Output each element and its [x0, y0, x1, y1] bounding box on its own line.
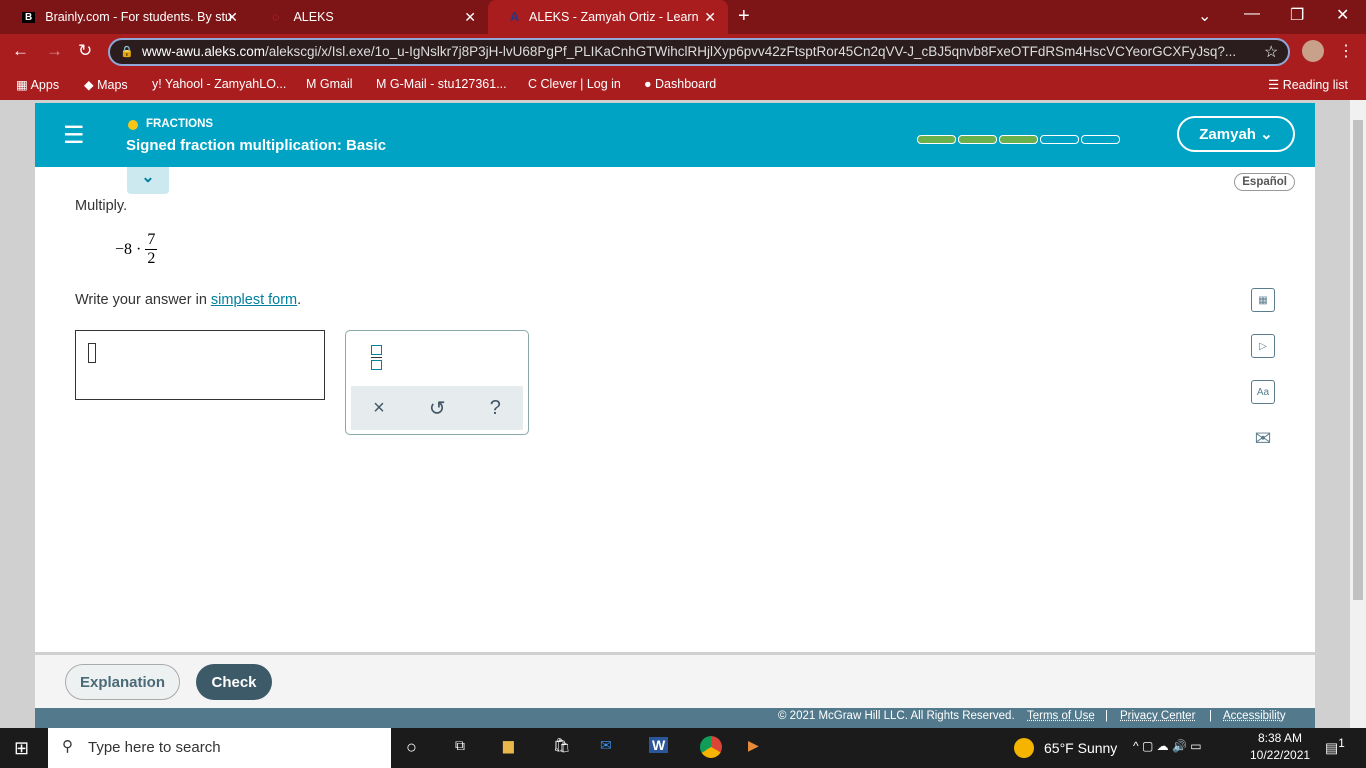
notification-icon[interactable]: ▤1: [1325, 737, 1345, 757]
problem-area: ⌄ Español Multiply. −8 · 72 Write your a…: [35, 167, 1315, 652]
hamburger-menu-icon[interactable]: ☰: [63, 121, 85, 150]
restore-button[interactable]: ❐: [1290, 5, 1304, 25]
cortana-icon[interactable]: ○: [406, 737, 417, 758]
forward-icon[interactable]: →: [46, 41, 63, 61]
url-path: /alekscgi/x/Isl.exe/1o_u-IgNslkr7j8P3jH-…: [265, 44, 1237, 59]
keypad-actions: × ↺ ?: [351, 386, 523, 430]
chrome-icon[interactable]: [700, 736, 722, 758]
scrollbar[interactable]: [1350, 100, 1366, 728]
profile-avatar[interactable]: [1302, 40, 1324, 62]
topic-label: FRACTIONS: [146, 118, 214, 130]
aleks-icon: A: [510, 10, 520, 24]
progress-bar: [917, 131, 1122, 149]
clear-button[interactable]: ×: [373, 397, 385, 420]
lock-icon: 🔒: [120, 46, 134, 58]
weather-icon: [1014, 738, 1034, 758]
explanation-button[interactable]: Explanation: [65, 664, 180, 700]
copyright-text: © 2021 McGraw Hill LLC. All Rights Reser…: [778, 710, 1015, 722]
clock-time[interactable]: 8:38 AM: [1258, 731, 1302, 745]
instruction-text: Multiply.: [75, 198, 128, 214]
terms-link[interactable]: Terms of Use: [1027, 710, 1095, 722]
browser-toolbar: ← → ↻ 🔒 www-awu.aleks.com/alekscgi/x/Isl.…: [0, 34, 1366, 70]
video-icon[interactable]: ▷: [1251, 334, 1275, 358]
answer-input[interactable]: [75, 330, 325, 400]
task-view-icon[interactable]: ⧉: [455, 737, 465, 754]
new-tab-button[interactable]: +: [738, 5, 750, 28]
address-bar[interactable]: 🔒 www-awu.aleks.com/alekscgi/x/Isl.exe/1o…: [108, 38, 1290, 66]
tab-brainly[interactable]: B Brainly.com - For students. By stu ✕: [0, 0, 250, 34]
bookmark-clever[interactable]: C Clever | Log in: [528, 77, 621, 91]
page-title: Signed fraction multiplication: Basic: [126, 137, 387, 154]
write-instruction: Write your answer in simplest form.: [75, 292, 302, 308]
aleks-header: ☰ FRACTIONS Signed fraction multiplicati…: [35, 103, 1315, 167]
check-button[interactable]: Check: [196, 664, 272, 700]
mail-app-icon[interactable]: ✉: [600, 737, 612, 754]
reading-list[interactable]: ☰ Reading list: [1268, 77, 1348, 92]
math-expression: −8 · 72: [115, 231, 158, 267]
user-menu-button[interactable]: Zamyah ⌄: [1177, 116, 1295, 152]
scrollbar-thumb[interactable]: [1353, 120, 1363, 600]
bookmark-star-icon[interactable]: ☆: [1264, 42, 1278, 62]
url-host: www-awu.aleks.com: [142, 44, 266, 59]
bookmarks-bar: ▦ Apps ◆ Maps y! Yahool - ZamyahLO... M …: [0, 70, 1366, 100]
tab-title: Brainly.com - For students. By stu: [45, 10, 232, 24]
store-icon[interactable]: 🛍: [553, 737, 571, 754]
word-icon[interactable]: W: [649, 737, 669, 753]
calculator-icon[interactable]: ▦: [1251, 288, 1275, 312]
back-icon[interactable]: ←: [12, 41, 29, 61]
windows-start-icon[interactable]: ⊞: [14, 738, 29, 759]
tab-title: ALEKS: [293, 10, 334, 24]
tab-title: ALEKS - Zamyah Ortiz - Learn: [529, 10, 699, 24]
bookmark-gmail-2[interactable]: M G-Mail - stu127361...: [376, 77, 507, 91]
loading-icon: ◌: [272, 10, 280, 24]
brainly-icon: B: [22, 11, 36, 23]
cursor-box: [88, 343, 96, 363]
clock-date[interactable]: 10/22/2021: [1250, 748, 1310, 762]
tab-aleks-learn[interactable]: A ALEKS - Zamyah Ortiz - Learn ✕: [488, 0, 728, 34]
bookmark-apps[interactable]: ▦ Apps: [16, 77, 59, 92]
collapse-chevron-button[interactable]: ⌄: [127, 167, 169, 194]
minimize-button[interactable]: —: [1244, 5, 1260, 23]
close-tab-icon[interactable]: ✕: [226, 9, 238, 26]
close-tab-icon[interactable]: ✕: [464, 9, 476, 26]
menu-icon[interactable]: ⋮: [1338, 41, 1354, 61]
file-explorer-icon[interactable]: ▆: [503, 737, 514, 754]
math-keypad: × ↺ ?: [345, 330, 529, 435]
bookmark-yahoo[interactable]: y! Yahool - ZamyahLO...: [152, 77, 286, 91]
taskbar-search[interactable]: ⚲ Type here to search: [48, 728, 391, 768]
reload-icon[interactable]: ↻: [78, 41, 92, 61]
taskbar: ⊞ ⚲ Type here to search ○ ⧉ ▆ 🛍 ✉ W ▶ 65°…: [0, 728, 1366, 768]
tab-aleks[interactable]: ◌ ALEKS ✕: [250, 0, 488, 34]
weather-text[interactable]: 65°F Sunny: [1044, 740, 1117, 756]
mail-icon[interactable]: ✉: [1251, 426, 1275, 450]
legal-footer: © 2021 McGraw Hill LLC. All Rights Reser…: [35, 708, 1315, 728]
media-app-icon[interactable]: ▶: [748, 737, 759, 754]
tray-icons[interactable]: ^ ▢ ☁ 🔊 ▭: [1133, 739, 1202, 753]
help-button[interactable]: ?: [490, 397, 501, 420]
undo-button[interactable]: ↺: [429, 396, 446, 421]
tab-strip: B Brainly.com - For students. By stu ✕ ◌ AL…: [0, 0, 1366, 34]
tab-search-icon[interactable]: ⌄: [1198, 6, 1211, 26]
close-tab-icon[interactable]: ✕: [704, 9, 716, 26]
accessibility-link[interactable]: Accessibility: [1223, 710, 1286, 722]
search-icon: ⚲: [62, 738, 73, 755]
simplest-form-link[interactable]: simplest form: [211, 292, 297, 308]
bookmark-maps[interactable]: ◆ Maps: [84, 77, 128, 92]
bookmark-gmail[interactable]: M Gmail: [306, 77, 353, 91]
espanol-button[interactable]: Español: [1234, 173, 1295, 191]
fraction-button[interactable]: [371, 345, 382, 371]
ebook-icon[interactable]: Aa: [1251, 380, 1275, 404]
privacy-link[interactable]: Privacy Center: [1120, 710, 1195, 722]
topic-dot-icon: [128, 120, 138, 130]
close-window-button[interactable]: ✕: [1336, 5, 1349, 25]
bookmark-dashboard[interactable]: ● Dashboard: [644, 77, 716, 91]
